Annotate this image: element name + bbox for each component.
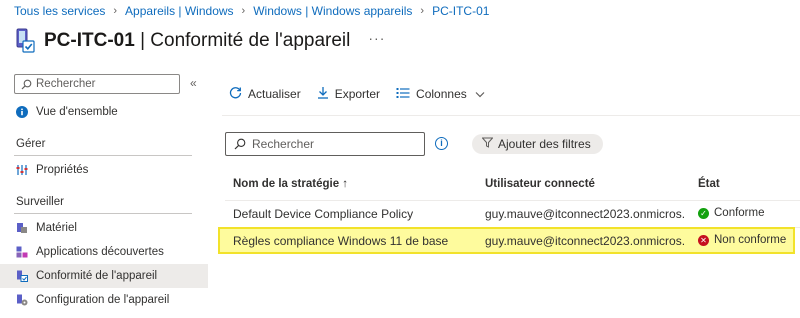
refresh-button[interactable]: Actualiser	[229, 86, 301, 102]
sidebar-item-device-configuration[interactable]: Configuration de l'appareil	[0, 288, 208, 312]
add-filters-label: Ajouter des filtres	[498, 137, 591, 151]
filter-icon	[481, 137, 494, 151]
configuration-icon	[16, 294, 28, 306]
table-cell-user: guy.mauve@itconnect2023.onmicros...	[485, 207, 685, 221]
search-icon	[234, 138, 246, 150]
title-separator: |	[140, 30, 146, 51]
column-header-user[interactable]: Utilisateur connecté	[485, 178, 595, 190]
device-name: PC-ITC-01	[44, 30, 135, 51]
chevron-down-icon	[475, 87, 485, 101]
info-icon[interactable]: i	[435, 137, 448, 150]
refresh-icon	[229, 86, 242, 102]
info-circle-icon	[16, 106, 28, 118]
columns-list-icon	[396, 87, 410, 102]
column-header-state[interactable]: État	[698, 178, 720, 190]
refresh-label: Actualiser	[248, 87, 301, 101]
chevron-right-icon: ›	[420, 5, 425, 17]
breadcrumb-all-services[interactable]: Tous les services	[14, 4, 105, 18]
page-title: PC-ITC-01 | Conformité de l'appareil	[44, 30, 350, 52]
search-input[interactable]: Rechercher	[225, 132, 425, 156]
sidebar-item-properties[interactable]: Propriétés	[0, 158, 208, 182]
breadcrumb: Tous les services › Appareils | Windows …	[14, 4, 489, 18]
sidebar-item-hardware[interactable]: Matériel	[0, 216, 208, 240]
sidebar-item-discovered-apps[interactable]: Applications découvertes	[0, 240, 208, 264]
sidebar-item-overview[interactable]: Vue d'ensemble	[0, 100, 208, 124]
search-placeholder: Rechercher	[252, 137, 315, 151]
sidebar-item-label: Matériel	[36, 222, 77, 234]
sidebar-item-label: Conformité de l'appareil	[36, 270, 158, 282]
search-icon	[21, 79, 32, 89]
device-compliance-icon	[14, 28, 36, 54]
sidebar-section-manage: Gérer	[16, 138, 46, 150]
sidebar-section-monitor: Surveiller	[16, 196, 64, 208]
chevron-right-icon: ›	[241, 5, 246, 17]
page-subtitle: Conformité de l'appareil	[150, 30, 351, 51]
collapse-sidebar-button[interactable]: «	[190, 76, 197, 90]
breadcrumb-devices-windows[interactable]: Appareils | Windows	[125, 4, 234, 18]
table-cell-policy[interactable]: Règles compliance Windows 11 de base	[233, 234, 478, 248]
state-label: Non conforme	[714, 234, 787, 246]
check-circle-icon: ✓	[698, 207, 709, 219]
add-filters-button[interactable]: Ajouter des filtres	[472, 134, 603, 154]
breadcrumb-device[interactable]: PC-ITC-01	[432, 4, 489, 18]
table-cell-state: ✕ Non conforme	[698, 234, 786, 246]
chevron-right-icon: ›	[113, 5, 118, 17]
hardware-icon	[16, 222, 28, 234]
table-header-divider	[225, 200, 800, 201]
sidebar-item-device-compliance[interactable]: Conformité de l'appareil	[0, 264, 208, 288]
error-circle-icon: ✕	[698, 234, 709, 246]
sidebar-divider	[14, 155, 192, 156]
compliance-icon	[16, 270, 28, 282]
command-bar: Actualiser Exporter Colonnes	[229, 86, 501, 102]
command-bar-divider	[222, 115, 800, 116]
table-cell-policy[interactable]: Default Device Compliance Policy	[233, 207, 478, 221]
apps-icon	[16, 246, 28, 258]
sidebar-item-label: Vue d'ensemble	[36, 106, 118, 118]
table-cell-user: guy.mauve@itconnect2023.onmicros...	[485, 234, 685, 248]
columns-button[interactable]: Colonnes	[396, 87, 485, 102]
table-cell-state: ✓ Conforme	[698, 207, 765, 219]
column-header-policy-name[interactable]: Nom de la stratégie ↑	[233, 178, 348, 190]
breadcrumb-windows-devices[interactable]: Windows | Windows appareils	[253, 4, 412, 18]
sliders-icon	[16, 164, 28, 176]
sidebar-search-placeholder: Rechercher	[36, 78, 96, 90]
sidebar-search-input[interactable]: Rechercher	[14, 74, 180, 94]
sidebar-item-label: Configuration de l'appareil	[36, 294, 170, 306]
page-header: PC-ITC-01 | Conformité de l'appareil ···	[14, 28, 385, 54]
download-icon	[317, 86, 329, 102]
more-options-button[interactable]: ···	[368, 30, 385, 46]
sidebar-item-label: Applications découvertes	[36, 246, 164, 258]
sidebar-divider	[14, 213, 192, 214]
export-button[interactable]: Exporter	[317, 86, 380, 102]
export-label: Exporter	[334, 87, 381, 101]
columns-label: Colonnes	[416, 87, 467, 101]
sidebar-item-label: Propriétés	[36, 164, 89, 176]
state-label: Conforme	[714, 207, 765, 219]
